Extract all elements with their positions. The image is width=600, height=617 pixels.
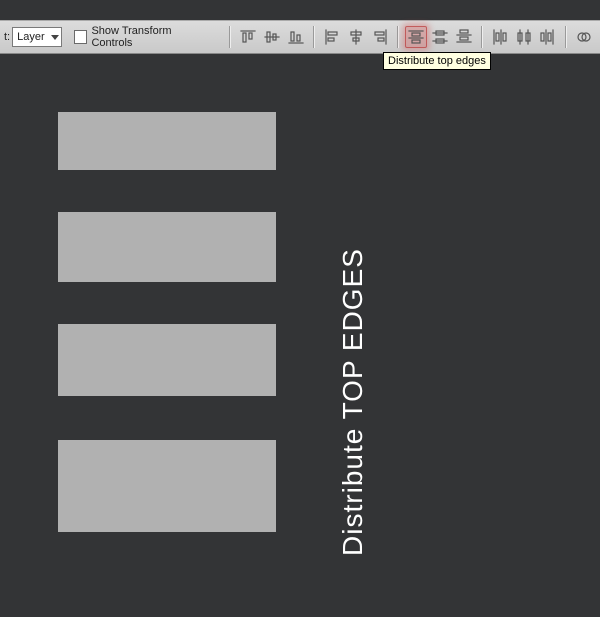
- auto-align-layers-button[interactable]: [573, 26, 595, 48]
- separator: [397, 26, 398, 48]
- distribute-horizontal-centers-button[interactable]: [513, 26, 535, 48]
- canvas-shape[interactable]: [58, 212, 276, 282]
- align-right-edges-button[interactable]: [369, 26, 391, 48]
- distribute-right-edges-button[interactable]: [537, 26, 559, 48]
- options-bar: t: Layer Show Transform Controls: [0, 20, 600, 54]
- distribute-vertical-centers-button[interactable]: [429, 26, 451, 48]
- canvas-caption-text: Distribute TOP EDGES: [337, 248, 369, 556]
- separator: [229, 26, 230, 48]
- separator: [565, 26, 566, 48]
- canvas-shape[interactable]: [58, 324, 276, 396]
- separator: [481, 26, 482, 48]
- align-top-edges-button[interactable]: [237, 26, 259, 48]
- layer-select[interactable]: Layer: [12, 27, 62, 47]
- show-transform-controls-checkbox[interactable]: Show Transform Controls: [74, 25, 214, 49]
- align-bottom-edges-button[interactable]: [285, 26, 307, 48]
- canvas-caption: Distribute TOP EDGES: [336, 187, 370, 617]
- align-vertical-centers-button[interactable]: [261, 26, 283, 48]
- label-suffix: t:: [4, 31, 10, 43]
- separator: [313, 26, 314, 48]
- distribute-top-edges-button[interactable]: [405, 26, 427, 48]
- layer-select-value: Layer: [17, 31, 45, 43]
- canvas: Distribute TOP EDGES: [0, 52, 600, 600]
- distribute-bottom-edges-button[interactable]: [453, 26, 475, 48]
- distribute-left-edges-button[interactable]: [489, 26, 511, 48]
- canvas-shape[interactable]: [58, 112, 276, 170]
- checkbox-box: [74, 30, 88, 44]
- canvas-shape[interactable]: [58, 440, 276, 532]
- show-transform-controls-label: Show Transform Controls: [91, 25, 213, 49]
- align-horizontal-centers-button[interactable]: [345, 26, 367, 48]
- chevron-down-icon: [51, 35, 59, 40]
- align-left-edges-button[interactable]: [321, 26, 343, 48]
